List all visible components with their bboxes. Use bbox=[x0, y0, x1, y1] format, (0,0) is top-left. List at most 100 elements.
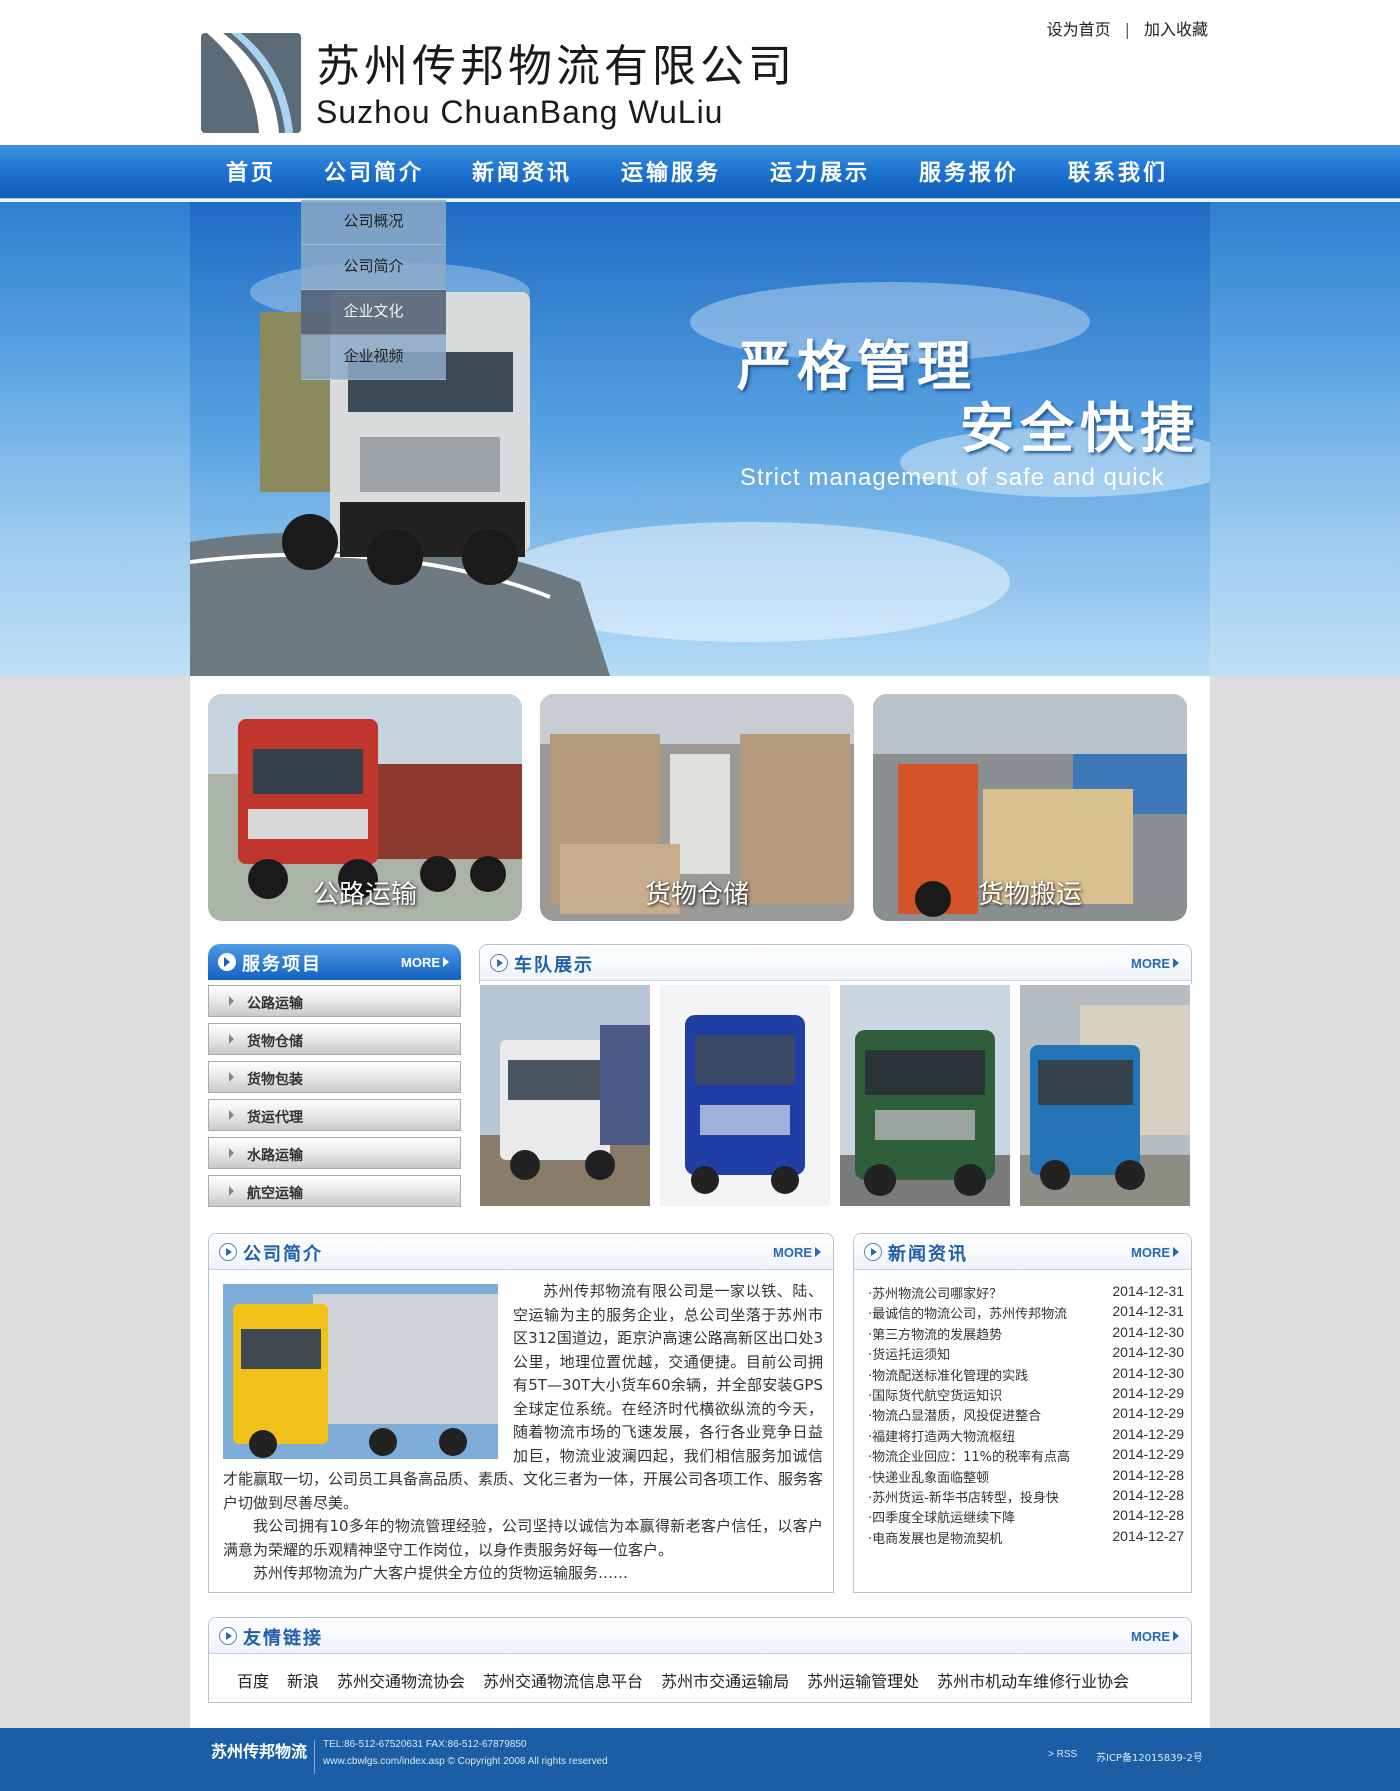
footer-divider bbox=[314, 1740, 315, 1774]
fleet-photo[interactable] bbox=[660, 985, 830, 1206]
service-item-label: 水路运输 bbox=[247, 1148, 303, 1164]
arrow-right-icon bbox=[219, 1627, 237, 1645]
service-item-label: 公路运输 bbox=[247, 996, 303, 1012]
news-date: 2014-12-29 bbox=[1112, 1425, 1184, 1442]
logo-icon bbox=[201, 33, 301, 133]
services-panel: 服务项目 MORE 公路运输 货物仓储 货物包装 货运代理 水路运输 航空运输 bbox=[208, 944, 461, 1208]
dropdown-item-profile[interactable]: 公司简介 bbox=[301, 245, 446, 290]
fleet-panel: 车队展示 MORE bbox=[479, 944, 1192, 984]
photo-spacer bbox=[223, 1280, 513, 1466]
service-card-label: 公路运输 bbox=[312, 880, 417, 910]
dropdown-item-overview[interactable]: 公司概况 bbox=[301, 200, 446, 245]
service-list-item[interactable]: 公路运输 bbox=[208, 985, 461, 1017]
rss-link[interactable]: > RSS bbox=[1048, 1749, 1077, 1760]
fleet-photo[interactable] bbox=[1020, 985, 1190, 1206]
service-list-item[interactable]: 货运代理 bbox=[208, 1099, 461, 1131]
news-date: 2014-12-31 bbox=[1112, 1283, 1184, 1299]
intro-text: 苏州传邦物流有限公司是一家以铁、陆、空运输为主的服务企业，总公司坐落于苏州市区3… bbox=[223, 1280, 823, 1586]
footer-icp[interactable]: 苏ICP备12015839-2号 bbox=[1096, 1749, 1203, 1764]
links-more-button[interactable]: MORE bbox=[1131, 1629, 1179, 1644]
news-title: ·物流凸显潜质，风投促进整合 bbox=[868, 1409, 1042, 1425]
friend-link[interactable]: 百度 bbox=[237, 1672, 269, 1691]
set-homepage-link[interactable]: 设为首页 bbox=[1047, 20, 1111, 39]
arrow-right-icon bbox=[864, 1243, 882, 1261]
service-item-label: 航空运输 bbox=[247, 1186, 303, 1202]
news-title: ·最诚信的物流公司，苏州传邦物流 bbox=[868, 1307, 1068, 1323]
news-date: 2014-12-30 bbox=[1112, 1344, 1184, 1361]
nav-item-contact[interactable]: 联系我们 bbox=[1068, 157, 1168, 189]
service-item-label: 货物包装 bbox=[247, 1072, 303, 1088]
service-list-item[interactable]: 货物仓储 bbox=[208, 1023, 461, 1055]
news-title: ·物流配送标准化管理的实践 bbox=[868, 1368, 1029, 1384]
service-list-item[interactable]: 货物包装 bbox=[208, 1061, 461, 1093]
friend-link[interactable]: 新浪 bbox=[287, 1672, 319, 1691]
chevron-right-icon bbox=[229, 1148, 234, 1158]
about-dropdown-menu: 公司概况 公司简介 企业文化 企业视频 bbox=[301, 200, 446, 380]
news-title: ·物流企业回应：11%的税率有点高 bbox=[868, 1450, 1071, 1466]
services-panel-header: 服务项目 MORE bbox=[208, 944, 461, 980]
service-list-item[interactable]: 水路运输 bbox=[208, 1137, 461, 1169]
banner-slogan-1: 严格管理 bbox=[737, 334, 977, 398]
site-header: 苏州传邦物流有限公司 Suzhou ChuanBang WuLiu 设为首页 | 加… bbox=[0, 0, 1400, 145]
banner-slogan-en: Strict management of safe and quick bbox=[740, 464, 1165, 491]
fleet-photo[interactable] bbox=[480, 985, 650, 1206]
foton-truck-image bbox=[660, 985, 830, 1206]
main-content: 公路运输 货物仓储 货物搬运 服务项目 MORE 公路运输 货物仓储 货物包装 … bbox=[190, 676, 1210, 1728]
news-title: ·四季度全球航运继续下降 bbox=[868, 1511, 1016, 1527]
arrow-right-icon bbox=[219, 1243, 237, 1261]
dropdown-item-video[interactable]: 企业视频 bbox=[301, 335, 446, 380]
fleet-more-button[interactable]: MORE bbox=[1131, 956, 1179, 971]
news-date: 2014-12-27 bbox=[1112, 1527, 1184, 1544]
news-date: 2014-12-28 bbox=[1112, 1487, 1184, 1503]
friend-link[interactable]: 苏州市机动车维修行业协会 bbox=[937, 1672, 1129, 1691]
service-card-handling[interactable]: 货物搬运 bbox=[873, 694, 1187, 921]
nav-item-home[interactable]: 首页 bbox=[226, 157, 276, 189]
friend-link[interactable]: 苏州运输管理处 bbox=[807, 1672, 919, 1691]
news-title: ·货运托运须知 bbox=[868, 1348, 951, 1364]
nav-item-about[interactable]: 公司简介 bbox=[324, 157, 424, 189]
service-card-storage[interactable]: 货物仓储 bbox=[540, 694, 854, 921]
add-favorite-link[interactable]: 加入收藏 bbox=[1144, 20, 1208, 39]
news-title: ·苏州物流公司哪家好？ bbox=[868, 1287, 1003, 1302]
chevron-right-icon bbox=[229, 996, 234, 1006]
footer-copyright: www.cbwlgs.com/index.asp © Copyright 200… bbox=[323, 1756, 608, 1767]
news-title: ·电商发展也是物流契机 bbox=[868, 1531, 1003, 1547]
news-more-button[interactable]: MORE bbox=[1131, 1245, 1179, 1260]
friend-link[interactable]: 苏州市交通运输局 bbox=[661, 1672, 789, 1691]
intro-more-button[interactable]: MORE bbox=[773, 1245, 821, 1260]
nav-item-transport[interactable]: 运输服务 bbox=[621, 157, 721, 189]
news-date: 2014-12-28 bbox=[1112, 1466, 1184, 1483]
intro-paragraph: 苏州传邦物流为广大客户提供全方位的货物运输服务…… bbox=[253, 1564, 629, 1582]
friend-link[interactable]: 苏州交通物流协会 bbox=[337, 1672, 465, 1691]
news-panel-title: 新闻资讯 bbox=[888, 1244, 968, 1265]
news-title: ·第三方物流的发展趋势 bbox=[868, 1327, 1003, 1343]
service-list-item[interactable]: 航空运输 bbox=[208, 1175, 461, 1207]
main-nav: 首页 公司简介 新闻资讯 运输服务 运力展示 服务报价 联系我们 bbox=[0, 145, 1400, 200]
friend-links: 百度 新浪 苏州交通物流协会 苏州交通物流信息平台 苏州市交通运输局 苏州运输管理处 苏州市… bbox=[237, 1668, 1147, 1692]
intro-paragraph: 我公司拥有10多年的物流管理经验，公司坚持以诚信为本赢得新老客户信任，以客户满意… bbox=[223, 1517, 823, 1559]
nav-item-pricing[interactable]: 服务报价 bbox=[919, 157, 1019, 189]
company-name-cn: 苏州传邦物流有限公司 bbox=[316, 41, 796, 92]
news-title: ·苏州货运-新华书店转型，投身快 bbox=[868, 1491, 1059, 1506]
news-title: ·快递业乱象面临整顿 bbox=[868, 1470, 990, 1486]
footer-brand: 苏州传邦物流 bbox=[211, 1742, 308, 1761]
fleet-panel-title: 车队展示 bbox=[514, 955, 594, 976]
friend-link[interactable]: 苏州交通物流信息平台 bbox=[483, 1672, 643, 1691]
nav-item-capacity[interactable]: 运力展示 bbox=[770, 157, 870, 189]
intro-panel: 公司简介 MORE 苏州传邦物流有限公司是一家以铁、陆、空运输为主的服务企业，总… bbox=[208, 1233, 834, 1593]
dropdown-item-culture[interactable]: 企业文化 bbox=[301, 290, 446, 335]
news-title: ·国际货代航空货运知识 bbox=[868, 1389, 1003, 1404]
service-card-label: 货物搬运 bbox=[977, 880, 1082, 910]
chevron-right-icon bbox=[229, 1072, 234, 1082]
hero-banner: 严格管理 安全快捷 Strict management of safe and … bbox=[0, 202, 1400, 676]
news-item[interactable]: ·电商发展也是物流契机 2014-12-27 bbox=[868, 1525, 1184, 1548]
link-separator: | bbox=[1124, 20, 1130, 39]
intro-panel-title: 公司简介 bbox=[243, 1244, 323, 1265]
nav-item-news[interactable]: 新闻资讯 bbox=[472, 157, 572, 189]
fleet-photo[interactable] bbox=[840, 985, 1010, 1206]
news-panel: 新闻资讯 MORE ·苏州物流公司哪家好？ 2014-12-31 ·最诚信的物流公司… bbox=[853, 1233, 1192, 1593]
services-more-button[interactable]: MORE bbox=[401, 955, 449, 970]
news-date: 2014-12-28 bbox=[1112, 1507, 1184, 1524]
services-panel-title: 服务项目 bbox=[242, 954, 322, 975]
service-card-road[interactable]: 公路运输 bbox=[208, 694, 522, 921]
